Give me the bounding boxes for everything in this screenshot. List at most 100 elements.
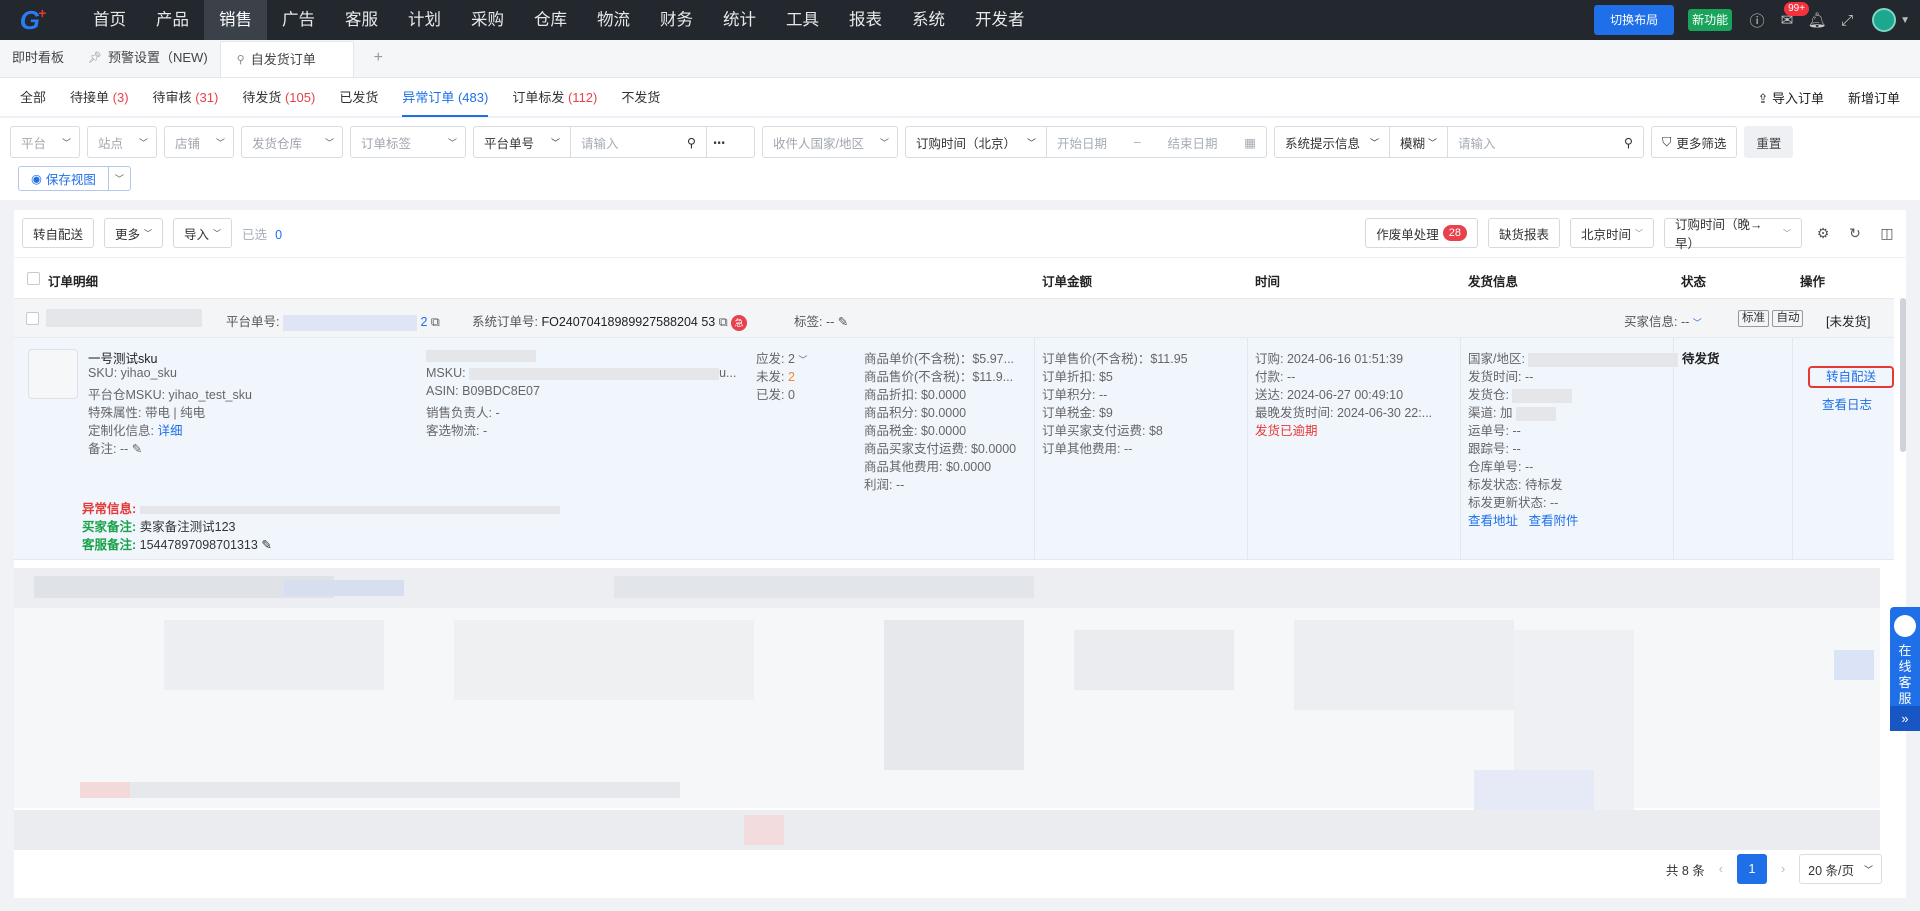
message-icon[interactable]: ✉ 99+ xyxy=(1772,2,1810,29)
view-attachment-link[interactable]: 查看附件 xyxy=(1528,514,1578,528)
platform-no-input[interactable]: 请输入 ⚲ xyxy=(570,127,706,157)
stockout-report-button[interactable]: 缺货报表 xyxy=(1487,218,1560,248)
fullscreen-icon[interactable]: ⤢ xyxy=(1832,12,1862,29)
cs-remark: 客服备注: 15447897098701313 ✎ xyxy=(82,534,272,553)
more-actions-button[interactable]: 更多 ﹀ xyxy=(104,218,164,248)
sys-no-value: FO24070418989927588204 53 xyxy=(541,315,716,329)
self-ship-op-button[interactable]: 转自配送 xyxy=(1808,366,1894,388)
edit-icon[interactable]: ✎ xyxy=(838,315,848,329)
menu-item-service[interactable]: 客服 xyxy=(330,0,393,40)
more-options-icon[interactable]: ⋯ xyxy=(706,127,734,157)
system-hint-input[interactable]: 请输入 ⚲ xyxy=(1447,127,1643,157)
view-address-link[interactable]: 查看地址 xyxy=(1468,514,1518,528)
platform-no-type-select[interactable]: 平台单号 ﹀ xyxy=(474,127,570,157)
prev-page-icon[interactable]: ‹ xyxy=(1719,862,1723,876)
menu-item-finance[interactable]: 财务 xyxy=(645,0,708,40)
should-ship-value: 应发: 2 xyxy=(756,352,795,366)
import-order-button[interactable]: ⇪ 导入订单 xyxy=(1757,88,1824,107)
menu-item-developer[interactable]: 开发者 xyxy=(960,0,1040,40)
status-tab-exception[interactable]: 异常订单 (483) xyxy=(390,78,500,117)
switch-layout-button[interactable]: 切换布局 xyxy=(1594,5,1675,35)
chevron-down-icon[interactable]: ﹀ xyxy=(107,167,130,190)
search-icon[interactable]: ⚲ xyxy=(687,135,696,150)
buyer-info[interactable]: 买家信息: -- ﹀ xyxy=(1624,311,1702,330)
sort-select[interactable]: 订购时间（晚→早） ﹀ xyxy=(1664,218,1802,251)
input-placeholder: 请输入 xyxy=(581,136,619,151)
menu-item-plan[interactable]: 计划 xyxy=(393,0,456,40)
order-tag-select[interactable]: 订单标签 ﹀ xyxy=(350,126,466,158)
self-ship-button[interactable]: 转自配送 xyxy=(22,218,95,248)
import-button[interactable]: 导入 ﹀ xyxy=(173,218,233,248)
country-select[interactable]: 收件人国家/地区 ﹀ xyxy=(762,126,898,158)
chevron-down-icon[interactable]: ﹀ xyxy=(798,355,807,365)
chevron-down-icon[interactable]: ▼ xyxy=(1900,15,1910,26)
button-label: 保存视图 xyxy=(45,173,96,187)
timezone-select[interactable]: 北京时间 ﹀ xyxy=(1569,218,1654,248)
reset-button[interactable]: 重置 xyxy=(1744,126,1794,158)
avatar[interactable] xyxy=(1872,8,1897,32)
save-view-button[interactable]: ◉ 保存视图 xyxy=(19,167,108,190)
info-icon[interactable]: ⓘ xyxy=(1742,10,1772,31)
date-range-input[interactable]: 开始日期 – 结束日期 ▦ xyxy=(1046,127,1266,157)
new-feature-button[interactable]: 新功能 xyxy=(1688,9,1733,31)
refresh-icon[interactable]: ↻ xyxy=(1844,225,1866,242)
top-right-tools: 切换布局 新功能 ⓘ ✉ 99+ 🔔︎ ⤢ ▼ xyxy=(1594,0,1920,40)
custom-detail-link[interactable]: 详细 xyxy=(157,424,182,438)
status-tab-no-ship[interactable]: 不发货 xyxy=(609,78,672,117)
new-order-button[interactable]: 新增订单 xyxy=(1848,88,1900,107)
more-filters-button[interactable]: ⛉ 更多筛选 xyxy=(1651,126,1738,158)
status-tab-pending-ship[interactable]: 待发货 (105) xyxy=(230,78,327,117)
select-placeholder: 收件人国家/地区 xyxy=(773,136,864,151)
tab-self-ship-orders[interactable]: ⚲ 自发货订单 xyxy=(219,41,354,77)
status-tab-shipped[interactable]: 已发货 xyxy=(327,78,390,117)
edit-icon[interactable]: ✎ xyxy=(132,442,142,456)
search-icon[interactable]: ⚲ xyxy=(1624,135,1633,150)
product-name[interactable]: 一号测试sku xyxy=(88,348,157,367)
system-hint-select[interactable]: 系统提示信息 ﹀ xyxy=(1275,127,1389,157)
platform-no-value[interactable]: 2 xyxy=(420,315,427,329)
app-logo[interactable]: G+ xyxy=(0,0,64,40)
tab-label: 即时看板 xyxy=(12,50,65,65)
sales-owner: 销售负责人: - xyxy=(426,406,500,420)
menu-item-warehouse[interactable]: 仓库 xyxy=(519,0,582,40)
select-all-checkbox[interactable] xyxy=(27,271,40,286)
expand-service-button[interactable]: » xyxy=(1890,706,1920,731)
next-page-icon[interactable]: › xyxy=(1781,862,1785,876)
menu-item-products[interactable]: 产品 xyxy=(141,0,204,40)
columns-icon[interactable]: ◫ xyxy=(1876,225,1898,242)
menu-item-purchase[interactable]: 采购 xyxy=(456,0,519,40)
time-type-select[interactable]: 订购时间（北京） ﹀ xyxy=(906,127,1046,157)
site-select[interactable]: 站点 ﹀ xyxy=(87,126,157,158)
view-log-link[interactable]: 查看日志 xyxy=(1822,394,1872,413)
chevron-down-icon: ﹀ xyxy=(1026,137,1036,148)
menu-item-home[interactable]: 首页 xyxy=(78,0,141,40)
bell-icon[interactable]: 🔔︎ xyxy=(1802,11,1832,29)
void-process-button[interactable]: 作废单处理 28 xyxy=(1365,218,1478,248)
menu-item-ads[interactable]: 广告 xyxy=(267,0,330,40)
settings-icon[interactable]: ⚙ xyxy=(1812,225,1834,242)
fuzzy-match-select[interactable]: 模糊 ﹀ xyxy=(1389,127,1447,157)
col-status: 状态 xyxy=(1681,275,1707,289)
add-tab-button[interactable]: + xyxy=(354,39,403,77)
product-image[interactable] xyxy=(28,349,78,399)
tab-alert-settings[interactable]: 📌︎ 预警设置（NEW) xyxy=(76,39,220,77)
copy-icon[interactable]: ⧉ xyxy=(431,315,440,329)
menu-item-tools[interactable]: 工具 xyxy=(771,0,834,40)
menu-item-logistics[interactable]: 物流 xyxy=(582,0,645,40)
tab-dashboard[interactable]: 即时看板 xyxy=(0,39,76,77)
status-tab-pending-accept[interactable]: 待接单 (3) xyxy=(58,78,141,117)
menu-item-system[interactable]: 系统 xyxy=(897,0,960,40)
vertical-scrollbar[interactable] xyxy=(1900,298,1906,452)
menu-item-stats[interactable]: 统计 xyxy=(708,0,771,40)
status-tab-pending-review[interactable]: 待审核 (31) xyxy=(141,78,231,117)
order-checkbox[interactable] xyxy=(26,311,39,326)
menu-item-reports[interactable]: 报表 xyxy=(834,0,897,40)
warehouse-select[interactable]: 发货仓库 ﹀ xyxy=(241,126,343,158)
menu-item-sales[interactable]: 销售 xyxy=(204,0,267,40)
status-tab-order-mark[interactable]: 订单标发 (112) xyxy=(500,78,609,117)
edit-icon[interactable]: ✎ xyxy=(261,538,271,552)
status-tab-all[interactable]: 全部 xyxy=(8,78,58,117)
copy-icon[interactable]: ⧉ xyxy=(719,315,728,329)
shop-select[interactable]: 店铺 ﹀ xyxy=(164,126,234,158)
platform-select[interactable]: 平台 ﹀ xyxy=(10,126,80,158)
